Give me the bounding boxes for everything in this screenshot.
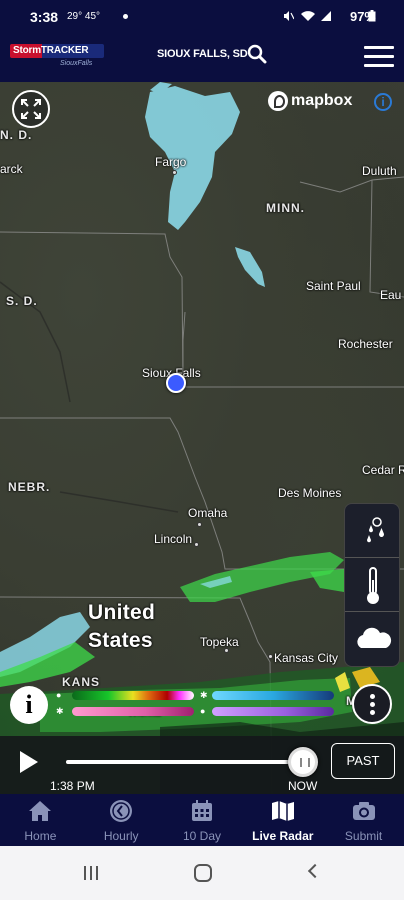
location-label[interactable]: SIOUX FALLS, SD bbox=[157, 48, 248, 60]
nav-submit[interactable]: Submit bbox=[323, 794, 404, 846]
cloud-icon bbox=[357, 627, 392, 648]
temperature-layer-button[interactable] bbox=[345, 558, 399, 612]
city-dot-lincoln bbox=[194, 542, 199, 547]
map-label-fargo: Fargo bbox=[155, 155, 187, 169]
nav-live-radar-label: Live Radar bbox=[252, 829, 314, 843]
map-label-lincoln: Lincoln bbox=[154, 532, 193, 546]
nav-hourly[interactable]: Hourly bbox=[81, 794, 162, 846]
play-icon[interactable] bbox=[20, 751, 38, 773]
city-dot-kansas-city bbox=[268, 654, 273, 659]
status-bar: 3:38 29° 45° 97% bbox=[0, 0, 404, 34]
cloud-layer-button[interactable] bbox=[345, 612, 399, 666]
mix-legend-icon: ✱ bbox=[56, 706, 64, 716]
nav-home[interactable]: Home bbox=[0, 794, 81, 846]
status-time: 3:38 bbox=[30, 9, 59, 25]
recents-icon[interactable] bbox=[84, 866, 100, 880]
map-icon bbox=[271, 801, 294, 821]
map-label-bismarck: arck bbox=[0, 162, 23, 176]
nav-live-radar[interactable]: Live Radar bbox=[242, 794, 323, 846]
map-label-nebr: NEBR. bbox=[8, 480, 51, 494]
city-dot-omaha bbox=[197, 522, 202, 527]
bottom-navigation: Home Hourly 10 Day Live Radar Submit bbox=[0, 794, 404, 846]
nav-submit-label: Submit bbox=[344, 829, 383, 843]
app-header: StormTRACKER SiouxFalls SIOUX FALLS, SD bbox=[0, 34, 404, 82]
timeline-thumb[interactable] bbox=[288, 747, 318, 777]
nav-10day[interactable]: 10 Day bbox=[162, 794, 243, 846]
search-icon[interactable] bbox=[247, 44, 267, 64]
snow-legend-bar bbox=[212, 691, 334, 700]
status-temps: 29° 45° bbox=[67, 11, 101, 22]
logo-subtext: SiouxFalls bbox=[60, 60, 93, 67]
wifi-icon bbox=[301, 11, 315, 21]
precip-type-layer-button[interactable] bbox=[345, 504, 399, 558]
map-label-duluth: Duluth bbox=[362, 164, 397, 178]
map-label-minn: MINN. bbox=[266, 201, 305, 215]
mapbox-attribution[interactable]: mapbox bbox=[268, 90, 352, 112]
signal-icon bbox=[321, 11, 331, 21]
map-label-omaha: Omaha bbox=[188, 506, 228, 520]
nav-10day-label: 10 Day bbox=[182, 829, 221, 843]
home-button-icon[interactable] bbox=[194, 864, 212, 882]
legend-info-button[interactable]: i bbox=[10, 686, 48, 724]
system-navigation-bar bbox=[0, 846, 404, 900]
rain-legend-bar bbox=[72, 691, 194, 700]
city-dot-topeka bbox=[224, 648, 229, 653]
back-icon[interactable] bbox=[307, 863, 323, 879]
map-label-saint-paul: Saint Paul bbox=[306, 279, 361, 293]
rain-legend-icon: ● bbox=[56, 690, 62, 700]
map-label-des-moines: Des Moines bbox=[278, 486, 342, 500]
calendar-icon bbox=[191, 800, 212, 821]
mix-legend-bar bbox=[72, 707, 194, 716]
temperature-icon bbox=[367, 567, 379, 604]
fullscreen-icon bbox=[21, 99, 41, 119]
nav-home-label: Home bbox=[24, 829, 57, 843]
timeline-now-label: NOW bbox=[288, 779, 318, 793]
mute-icon bbox=[284, 11, 294, 21]
map-label-united: United bbox=[88, 601, 156, 624]
past-button[interactable]: PAST bbox=[331, 743, 395, 779]
home-icon bbox=[29, 801, 52, 821]
radar-legend: i ● ✱ ✱ ● bbox=[0, 684, 404, 734]
map-label-sd: S. D. bbox=[6, 294, 38, 308]
precip-type-icon bbox=[367, 517, 384, 543]
map-label-topeka: Topeka bbox=[200, 635, 239, 649]
map-label-cedar: Cedar R bbox=[362, 463, 404, 477]
radar-playback-bar: 1:38 PM NOW PAST bbox=[0, 736, 404, 796]
clock-icon bbox=[110, 800, 133, 822]
layer-panel bbox=[344, 503, 400, 667]
timeline-start-time: 1:38 PM bbox=[50, 779, 95, 793]
fullscreen-button[interactable] bbox=[12, 90, 50, 128]
map-label-eau: Eau bbox=[380, 288, 402, 302]
city-dot-fargo bbox=[172, 170, 177, 175]
mapbox-logo-icon bbox=[268, 91, 288, 111]
stormtracker-logo[interactable]: StormTRACKER SiouxFalls bbox=[10, 42, 104, 74]
ice-legend-bar bbox=[212, 707, 334, 716]
hamburger-menu-icon[interactable] bbox=[364, 46, 394, 68]
notification-dot-icon bbox=[123, 14, 128, 19]
map-label-rochester: Rochester bbox=[338, 337, 393, 351]
mapbox-text: mapbox bbox=[291, 92, 353, 109]
map-label-states: States bbox=[88, 629, 153, 652]
timeline-track[interactable] bbox=[66, 760, 302, 764]
map-info-icon[interactable]: i bbox=[374, 93, 392, 111]
logo-text: StormTRACKER bbox=[10, 44, 104, 58]
battery-icon bbox=[368, 10, 376, 22]
camera-icon bbox=[352, 802, 375, 820]
map-label-nd: N. D. bbox=[0, 128, 33, 142]
map-label-kansas-city: Kansas City bbox=[274, 651, 339, 665]
nav-hourly-label: Hourly bbox=[103, 829, 139, 843]
current-location-marker[interactable] bbox=[166, 373, 186, 393]
app-root: 3:38 29° 45° 97% StormTRACKER SiouxFalls… bbox=[0, 0, 404, 900]
